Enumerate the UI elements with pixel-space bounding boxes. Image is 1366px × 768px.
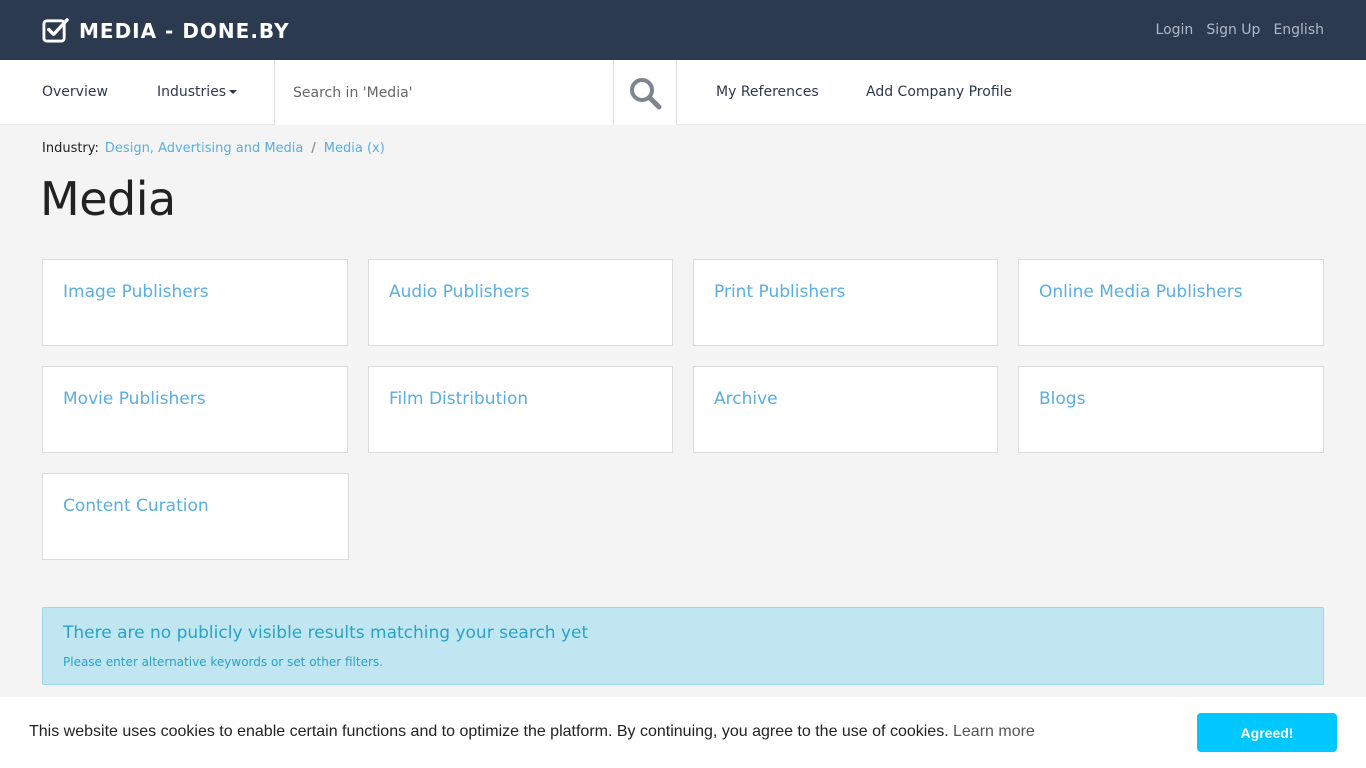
search-button[interactable] xyxy=(614,60,677,125)
nav-my-references[interactable]: My References xyxy=(716,84,819,100)
cookie-agree-button[interactable]: Agreed! xyxy=(1197,713,1337,752)
category-label: Archive xyxy=(714,389,778,409)
nav-industries-label: Industries xyxy=(157,84,227,100)
category-label: Audio Publishers xyxy=(389,282,530,302)
search-input[interactable] xyxy=(275,60,613,125)
category-card-movie-publishers[interactable]: Movie Publishers xyxy=(42,366,348,453)
login-link[interactable]: Login xyxy=(1156,22,1194,38)
nav-industries-dropdown[interactable]: Industries xyxy=(157,84,238,100)
breadcrumb-label: Industry: xyxy=(42,141,99,156)
category-card-content-curation[interactable]: Content Curation xyxy=(42,473,349,560)
nav-overview[interactable]: Overview xyxy=(42,84,108,100)
category-label: Blogs xyxy=(1039,389,1086,409)
cookie-message: This website uses cookies to enable cert… xyxy=(29,723,949,740)
checkbox-check-icon xyxy=(42,18,69,43)
category-card-audio-publishers[interactable]: Audio Publishers xyxy=(368,259,673,346)
account-links: Login Sign Up English xyxy=(1156,22,1324,38)
signup-link[interactable]: Sign Up xyxy=(1206,22,1260,38)
alert-title: There are no publicly visible results ma… xyxy=(63,623,589,643)
alert-text: Please enter alternative keywords or set… xyxy=(63,655,383,669)
nav-add-company-profile[interactable]: Add Company Profile xyxy=(866,84,1012,100)
category-card-archive[interactable]: Archive xyxy=(693,366,998,453)
category-card-film-distribution[interactable]: Film Distribution xyxy=(368,366,673,453)
caret-down-icon xyxy=(229,90,238,94)
breadcrumb-separator: / xyxy=(311,141,316,156)
category-label: Film Distribution xyxy=(389,389,529,409)
category-label: Print Publishers xyxy=(714,282,846,302)
category-card-image-publishers[interactable]: Image Publishers xyxy=(42,259,348,346)
no-results-alert: There are no publicly visible results ma… xyxy=(42,607,1324,685)
category-card-print-publishers[interactable]: Print Publishers xyxy=(693,259,998,346)
page-title: Media xyxy=(40,172,176,226)
top-bar: MEDIA - DONE.BY Login Sign Up English xyxy=(0,0,1366,60)
breadcrumb-parent-link[interactable]: Design, Advertising and Media xyxy=(105,141,303,156)
breadcrumb-current-link[interactable]: Media (x) xyxy=(324,141,385,156)
cookie-banner: This website uses cookies to enable cert… xyxy=(0,697,1366,768)
main-nav: Overview Industries My References Add Co… xyxy=(0,60,1366,125)
brand-logo[interactable]: MEDIA - DONE.BY xyxy=(42,17,290,44)
search-icon xyxy=(630,77,662,109)
category-card-blogs[interactable]: Blogs xyxy=(1018,366,1324,453)
category-label: Online Media Publishers xyxy=(1039,282,1243,302)
brand-name: MEDIA - DONE.BY xyxy=(79,18,290,43)
category-label: Content Curation xyxy=(63,496,209,516)
search-box xyxy=(274,60,614,125)
cookie-learn-more-link[interactable]: Learn more xyxy=(953,723,1035,741)
language-link[interactable]: English xyxy=(1273,22,1324,38)
category-card-online-media-publishers[interactable]: Online Media Publishers xyxy=(1018,259,1324,346)
category-label: Image Publishers xyxy=(63,282,209,302)
breadcrumb: Industry: Design, Advertising and Media … xyxy=(42,141,385,156)
category-label: Movie Publishers xyxy=(63,389,206,409)
